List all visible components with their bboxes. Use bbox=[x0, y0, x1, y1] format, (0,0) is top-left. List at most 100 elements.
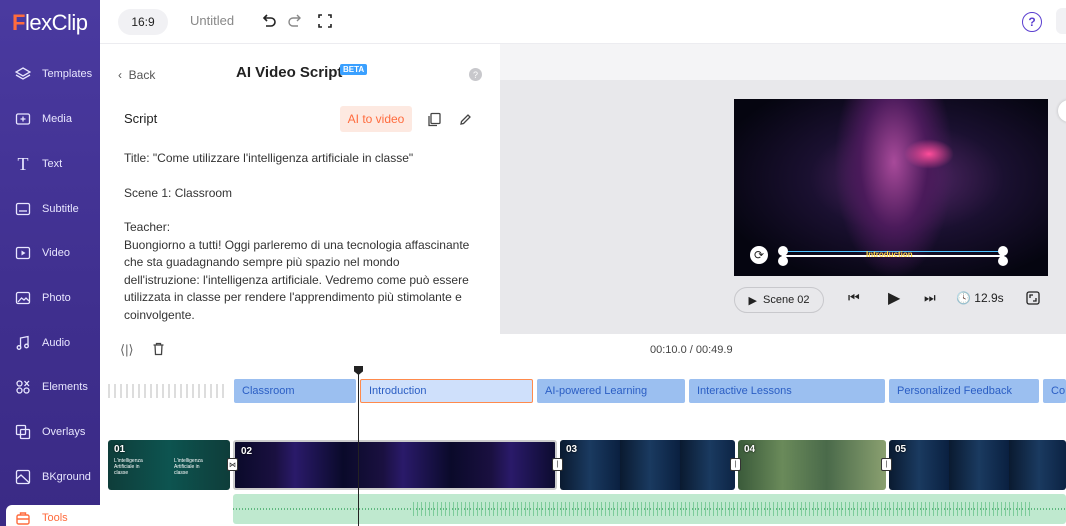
scene-chip[interactable]: AI-powered Learning bbox=[537, 379, 685, 403]
scene-chip[interactable]: Personalized Feedback bbox=[889, 379, 1039, 403]
clip-number: 05 bbox=[895, 444, 907, 455]
sidebar-item-templates[interactable]: Templates bbox=[0, 52, 100, 96]
resize-handle[interactable] bbox=[778, 256, 788, 266]
tools-icon bbox=[14, 509, 32, 526]
transition-icon[interactable]: | bbox=[730, 458, 741, 471]
audio-icon bbox=[14, 334, 32, 352]
sidebar-item-label: BKground bbox=[42, 471, 91, 483]
clip-thumbnail-text: L'intelligenza Artificiale in classe bbox=[114, 458, 143, 476]
transition-icon[interactable]: ⋈ bbox=[227, 458, 238, 471]
video-clip-selected[interactable]: 02 bbox=[233, 440, 557, 490]
media-add-icon bbox=[14, 110, 32, 128]
sidebar-item-label: Overlays bbox=[42, 426, 86, 438]
sidebar-item-overlays[interactable]: Overlays bbox=[0, 410, 100, 454]
next-icon[interactable]: ⏭ bbox=[924, 290, 936, 306]
scene-chip[interactable]: Interactive Lessons bbox=[689, 379, 885, 403]
timecode: 00:10.0 / 00:49.9 bbox=[650, 344, 733, 356]
overlays-icon bbox=[14, 423, 32, 441]
project-title[interactable]: Untitled bbox=[190, 13, 234, 28]
sidebar: FlexClip Templates Media T Text Subtitle… bbox=[0, 0, 100, 526]
sidebar-item-audio[interactable]: Audio bbox=[0, 321, 100, 365]
clip-number: 02 bbox=[241, 446, 253, 457]
photo-icon bbox=[14, 289, 32, 307]
sidebar-item-video[interactable]: Video bbox=[0, 231, 100, 275]
sidebar-item-label: Subtitle bbox=[42, 203, 79, 215]
ai-script-panel: ‹ Back AI Video Script BETA ? Script AI … bbox=[100, 44, 500, 334]
video-preview[interactable]: ⟳ Introduction bbox=[734, 99, 1048, 276]
aspect-ratio-button[interactable]: 16:9 bbox=[118, 9, 168, 35]
copy-icon[interactable] bbox=[425, 110, 443, 128]
sidebar-item-media[interactable]: Media bbox=[0, 97, 100, 141]
redo-icon[interactable] bbox=[284, 10, 306, 32]
sidebar-item-label: Text bbox=[42, 158, 63, 170]
background-icon bbox=[14, 468, 32, 486]
sidebar-item-text[interactable]: T Text bbox=[0, 142, 100, 186]
duration-value: 12.9s bbox=[974, 291, 1004, 305]
scene-track: Classroom Introduction AI-powered Learni… bbox=[100, 379, 1066, 403]
split-icon[interactable]: ⟨|⟩ bbox=[120, 342, 134, 358]
beta-badge: BETA bbox=[340, 64, 368, 75]
clip-number: 04 bbox=[744, 444, 756, 455]
sidebar-item-photo[interactable]: Photo bbox=[0, 276, 100, 320]
sidebar-item-label: Elements bbox=[42, 381, 88, 393]
video-clip[interactable]: 05 bbox=[889, 440, 1066, 490]
caption-box[interactable]: Introduction bbox=[776, 246, 1008, 266]
preview-header bbox=[500, 44, 1066, 80]
play-icon[interactable]: ▶ bbox=[888, 288, 900, 308]
scene-chip[interactable]: Classroom bbox=[234, 379, 356, 403]
sidebar-item-label: Audio bbox=[42, 337, 71, 349]
video-clip[interactable]: 03 bbox=[560, 440, 735, 490]
caption-text: Introduction bbox=[866, 250, 913, 259]
scene-label: Scene 02 bbox=[763, 294, 810, 306]
scene-chip-active[interactable]: Introduction bbox=[360, 379, 533, 403]
scene-chip[interactable]: Co bbox=[1043, 379, 1066, 403]
video-frame-glow bbox=[904, 139, 954, 169]
rotate-icon[interactable]: ⟳ bbox=[750, 246, 768, 264]
undo-icon[interactable] bbox=[258, 10, 280, 32]
elements-icon bbox=[14, 378, 32, 396]
transition-icon[interactable]: | bbox=[881, 458, 892, 471]
audio-waveform bbox=[413, 502, 1033, 516]
resize-handle[interactable] bbox=[778, 246, 788, 256]
text-icon: T bbox=[17, 153, 29, 174]
video-clip[interactable]: 04 bbox=[738, 440, 886, 490]
back-label: Back bbox=[128, 68, 156, 82]
scene-selector-button[interactable]: ▶ Scene 02 bbox=[734, 287, 824, 313]
script-text[interactable]: Title: "Come utilizzare l'intelligenza a… bbox=[124, 150, 474, 332]
edit-icon[interactable] bbox=[456, 110, 474, 128]
transition-icon[interactable]: | bbox=[552, 458, 563, 471]
app-root: FlexClip Templates Media T Text Subtitle… bbox=[0, 0, 1066, 526]
clip-number: 01 bbox=[114, 444, 126, 455]
sidebar-item-bkground[interactable]: BKground bbox=[0, 455, 100, 499]
video-icon bbox=[14, 244, 32, 262]
playhead[interactable] bbox=[358, 366, 359, 526]
fullscreen-icon[interactable] bbox=[314, 10, 336, 32]
script-paragraph: Teacher: bbox=[124, 220, 171, 234]
help-icon[interactable]: ? bbox=[469, 68, 482, 81]
sidebar-item-label: Video bbox=[42, 247, 70, 259]
flexclip-logo[interactable]: FlexClip bbox=[12, 10, 88, 36]
layers-icon bbox=[14, 65, 32, 83]
subtitle-icon bbox=[14, 200, 32, 218]
trash-icon[interactable] bbox=[152, 342, 165, 359]
timeline: ⟨|⟩ 00:10.0 / 00:49.9 Classroom Introduc… bbox=[100, 334, 1066, 526]
sidebar-item-tools[interactable]: Tools bbox=[6, 505, 100, 526]
sidebar-item-label: Tools bbox=[42, 512, 68, 524]
ai-to-video-button[interactable]: AI to video bbox=[340, 106, 412, 132]
sidebar-item-label: Photo bbox=[42, 292, 71, 304]
back-button[interactable]: ‹ Back bbox=[118, 68, 155, 82]
sidebar-item-elements[interactable]: Elements bbox=[0, 365, 100, 409]
script-label: Script bbox=[124, 111, 158, 126]
duration-display: 🕓 12.9s bbox=[956, 291, 1004, 305]
resize-handle[interactable] bbox=[998, 246, 1008, 256]
sidebar-item-subtitle[interactable]: Subtitle bbox=[0, 187, 100, 231]
playhead-handle[interactable] bbox=[354, 366, 363, 375]
video-clip[interactable]: 01 L'intelligenza Artificiale in classe … bbox=[108, 440, 230, 490]
sidebar-item-label: Media bbox=[42, 113, 72, 125]
previous-icon[interactable]: ⏮ bbox=[848, 290, 860, 306]
clip-thumbnail-text: L'intelligenza Artificiale in classe bbox=[174, 458, 203, 476]
fit-screen-icon[interactable] bbox=[1026, 291, 1040, 308]
account-button[interactable] bbox=[1056, 8, 1066, 34]
resize-handle[interactable] bbox=[998, 256, 1008, 266]
help-icon[interactable]: ? bbox=[1022, 12, 1042, 32]
